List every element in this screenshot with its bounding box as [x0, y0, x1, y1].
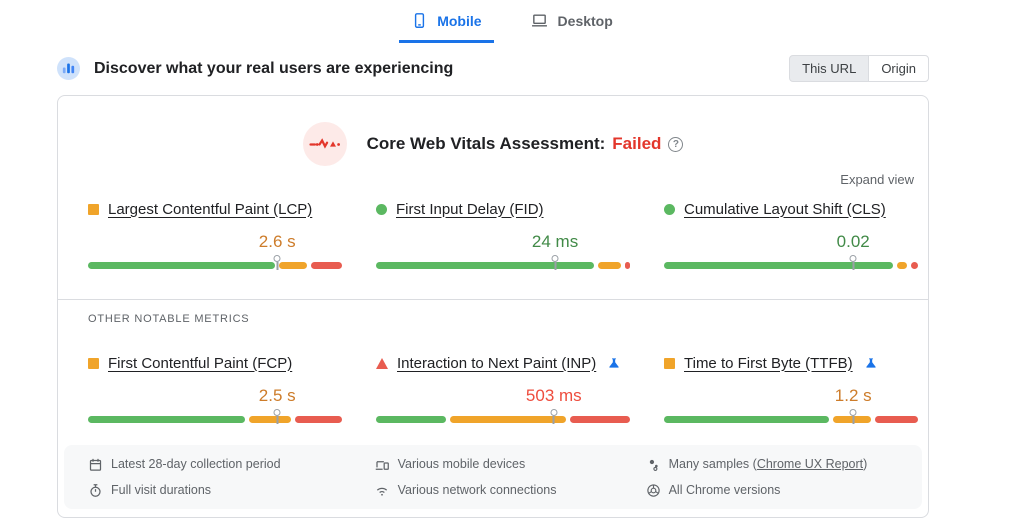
p75-marker — [552, 255, 559, 270]
field-data-card: Core Web Vitals Assessment: Failed ? Exp… — [57, 95, 929, 518]
wifi-icon — [374, 483, 390, 498]
scope-toggle: This URL Origin — [789, 55, 929, 82]
metric-inp: Interaction to Next Paint (INP) 503 ms — [376, 351, 630, 429]
needs-improvement-segment — [897, 262, 907, 269]
poor-segment — [911, 262, 918, 269]
needs-improvement-segment — [279, 262, 307, 269]
metric-value: 24 ms — [532, 232, 578, 252]
footnote-item: All Chrome versions — [646, 479, 904, 501]
metric-fid: First Input Delay (FID) 24 ms — [376, 197, 630, 275]
footnote-text: All Chrome versions — [669, 479, 781, 501]
metric-fcp: First Contentful Paint (FCP) 2.5 s — [88, 351, 342, 429]
footnote-text: Various mobile devices — [398, 453, 526, 475]
help-icon[interactable]: ? — [668, 137, 683, 152]
footnote-item: Latest 28-day collection period — [88, 453, 374, 475]
stopwatch-icon — [88, 483, 103, 498]
metric-bullet-icon — [88, 204, 99, 215]
distribution-bar — [376, 262, 630, 269]
chrome-icon — [646, 483, 661, 498]
tab-desktop-label: Desktop — [558, 13, 613, 29]
footnote-item: Various mobile devices — [374, 453, 646, 475]
good-segment — [664, 262, 893, 269]
distribution-bar — [376, 416, 630, 423]
poor-segment — [570, 416, 630, 423]
metric-value: 2.5 s — [259, 386, 296, 406]
tab-desktop[interactable]: Desktop — [518, 4, 625, 43]
p75-marker — [850, 255, 857, 270]
p75-marker — [550, 409, 557, 424]
poor-segment — [625, 262, 630, 269]
devices-icon — [374, 457, 390, 472]
core-metrics-grid: Largest Contentful Paint (LCP) 2.6 s Fir… — [58, 187, 928, 299]
assessment-title: Core Web Vitals Assessment: — [367, 134, 606, 154]
footnote-item: Many samples (Chrome UX Report) — [646, 453, 904, 475]
poor-segment — [295, 416, 342, 423]
good-segment — [88, 262, 275, 269]
footnote-item: Various network connections — [374, 479, 646, 501]
other-metrics-label: OTHER NOTABLE METRICS — [58, 300, 928, 325]
metric-bullet-icon — [664, 204, 675, 215]
experimental-flask-icon[interactable] — [607, 356, 621, 370]
field-data-icon — [57, 57, 80, 80]
tab-mobile-label: Mobile — [437, 13, 481, 29]
samples-icon — [646, 457, 661, 472]
assessment-status: Failed — [612, 134, 661, 154]
metric-title-link[interactable]: First Input Delay (FID) — [396, 201, 544, 218]
metric-bullet-icon — [376, 358, 388, 369]
origin-button[interactable]: Origin — [868, 55, 929, 82]
expand-view-link[interactable]: Expand view — [840, 172, 914, 187]
this-url-button[interactable]: This URL — [789, 55, 869, 82]
metric-title-link[interactable]: Time to First Byte (TTFB) — [684, 355, 853, 372]
metric-cls: Cumulative Layout Shift (CLS) 0.02 — [664, 197, 918, 275]
metric-value: 0.02 — [837, 232, 870, 252]
p75-marker — [274, 255, 281, 270]
p75-marker — [850, 409, 857, 424]
good-segment — [376, 262, 594, 269]
metric-title-link[interactable]: Cumulative Layout Shift (CLS) — [684, 201, 886, 218]
metric-value: 2.6 s — [259, 232, 296, 252]
metric-ttfb: Time to First Byte (TTFB) 1.2 s — [664, 351, 918, 429]
good-segment — [664, 416, 829, 423]
needs-improvement-segment — [249, 416, 291, 423]
footnote-item: Full visit durations — [88, 479, 374, 501]
metric-bullet-icon — [376, 204, 387, 215]
needs-improvement-segment — [598, 262, 621, 269]
poor-segment — [311, 262, 342, 269]
experimental-flask-icon[interactable] — [864, 356, 878, 370]
other-metrics-grid: First Contentful Paint (FCP) 2.5 s Inter… — [58, 325, 928, 445]
field-data-header: Discover what your real users are experi… — [57, 55, 929, 82]
platform-tabs: Mobile Desktop — [0, 0, 1024, 43]
metric-title-link[interactable]: First Contentful Paint (FCP) — [108, 355, 292, 372]
metric-value: 503 ms — [526, 386, 582, 406]
tab-mobile[interactable]: Mobile — [399, 4, 493, 43]
distribution-bar — [88, 262, 342, 269]
p75-marker — [274, 409, 281, 424]
cwv-assessment: Core Web Vitals Assessment: Failed ? — [58, 96, 928, 166]
metric-value: 1.2 s — [835, 386, 872, 406]
metric-bullet-icon — [664, 358, 675, 369]
footnote-text: Various network connections — [398, 479, 557, 501]
footnote-text: Latest 28-day collection period — [111, 453, 281, 475]
distribution-bar — [664, 416, 918, 423]
distribution-bar — [88, 416, 342, 423]
metric-title-link[interactable]: Interaction to Next Paint (INP) — [397, 355, 596, 372]
vitals-sparkline-icon — [303, 122, 347, 166]
distribution-bar — [664, 262, 918, 269]
data-footnotes: Latest 28-day collection period Various … — [64, 445, 922, 509]
page-title: Discover what your real users are experi… — [94, 60, 789, 78]
calendar-icon — [88, 457, 103, 472]
needs-improvement-segment — [450, 416, 565, 423]
footnote-text: Many samples (Chrome UX Report) — [669, 453, 868, 475]
metric-bullet-icon — [88, 358, 99, 369]
metric-title-link[interactable]: Largest Contentful Paint (LCP) — [108, 201, 312, 218]
chrome-ux-report-link[interactable]: Chrome UX Report — [757, 457, 863, 471]
metric-lcp: Largest Contentful Paint (LCP) 2.6 s — [88, 197, 342, 275]
good-segment — [88, 416, 245, 423]
smartphone-icon — [411, 12, 428, 29]
footnote-text: Full visit durations — [111, 479, 211, 501]
good-segment — [376, 416, 446, 423]
laptop-icon — [530, 12, 549, 29]
poor-segment — [875, 416, 918, 423]
